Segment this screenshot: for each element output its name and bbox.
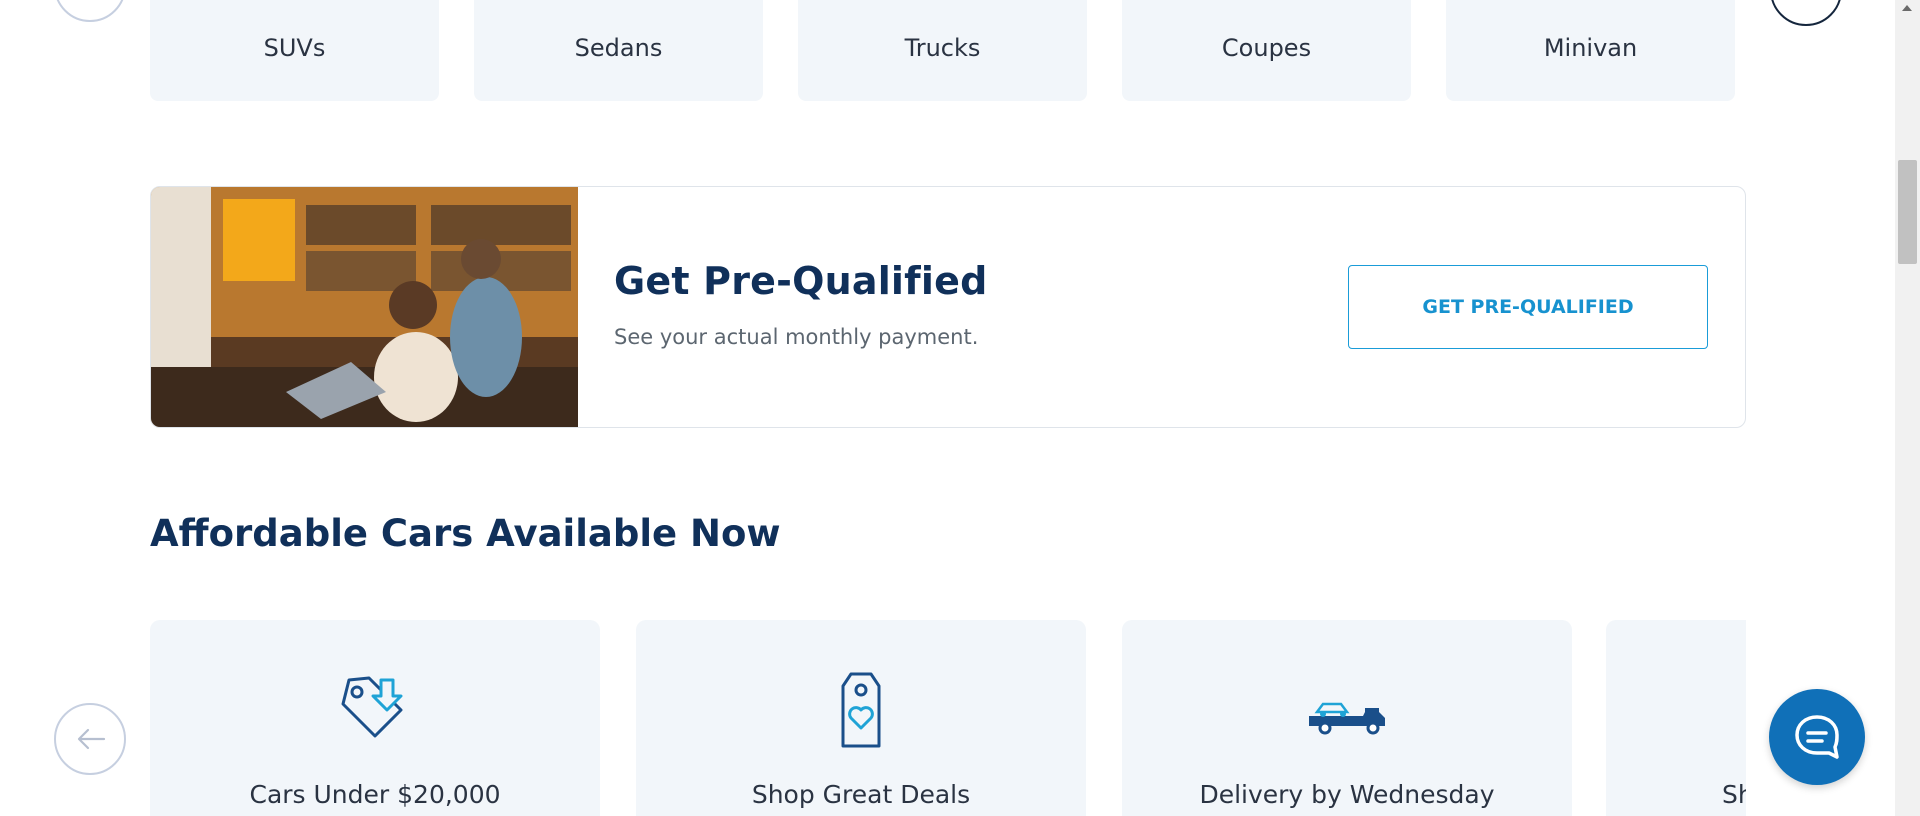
affordable-card-label: Sh [1722, 780, 1746, 809]
affordable-card-under-20000[interactable]: Cars Under $20,000 [150, 620, 600, 816]
vehicle-type-card-sedans[interactable]: Sedans [474, 0, 763, 101]
carousel-prev-button[interactable] [54, 0, 126, 22]
delivery-truck-icon [1309, 702, 1385, 735]
vehicle-type-label: Sedans [574, 34, 663, 62]
chat-button[interactable] [1769, 689, 1865, 785]
affordable-card-delivery[interactable]: Delivery by Wednesday [1122, 620, 1572, 816]
affordable-prev-button[interactable] [54, 703, 126, 775]
price-tag-down-icon [341, 676, 403, 738]
page: SUVs Sedans Trucks Coupes Minivan Get Pr… [0, 0, 1895, 816]
chat-bubble-icon [1795, 715, 1839, 759]
arrow-left-icon [77, 728, 106, 750]
vehicle-type-label: Minivan [1543, 34, 1638, 62]
affordable-card-label: Cars Under $20,000 [249, 780, 501, 809]
vehicle-type-label: Trucks [904, 34, 981, 62]
section-title: Affordable Cars Available Now [150, 512, 781, 555]
vehicle-type-card-coupes[interactable]: Coupes [1122, 0, 1411, 101]
get-prequalified-button[interactable]: GET PRE-QUALIFIED [1348, 265, 1708, 349]
prequal-subtitle: See your actual monthly payment. [614, 325, 979, 349]
couple-photo [151, 187, 578, 427]
affordable-card-shop[interactable]: Sh [1606, 620, 1746, 816]
affordable-card-great-deals[interactable]: Shop Great Deals [636, 620, 1086, 816]
carousel-next-button[interactable] [1770, 0, 1842, 26]
scrollbar-thumb[interactable] [1898, 160, 1917, 264]
heart-tag-icon [841, 672, 881, 748]
prequal-title: Get Pre-Qualified [614, 259, 988, 303]
vehicle-type-label: SUVs [263, 34, 326, 62]
vehicle-type-card-trucks[interactable]: Trucks [798, 0, 1087, 101]
prequal-banner: Get Pre-Qualified See your actual monthl… [150, 186, 1746, 428]
affordable-card-label: Delivery by Wednesday [1199, 780, 1495, 809]
scroll-up-arrow-icon[interactable] [1902, 5, 1912, 11]
affordable-card-partial[interactable]: Sh [1606, 620, 1746, 816]
affordable-card-label: Shop Great Deals [751, 780, 971, 809]
vehicle-type-card-minivan[interactable]: Minivan [1446, 0, 1735, 101]
vehicle-type-label: Coupes [1221, 34, 1312, 62]
vehicle-type-card-suvs[interactable]: SUVs [150, 0, 439, 101]
vertical-scrollbar[interactable] [1895, 0, 1920, 816]
